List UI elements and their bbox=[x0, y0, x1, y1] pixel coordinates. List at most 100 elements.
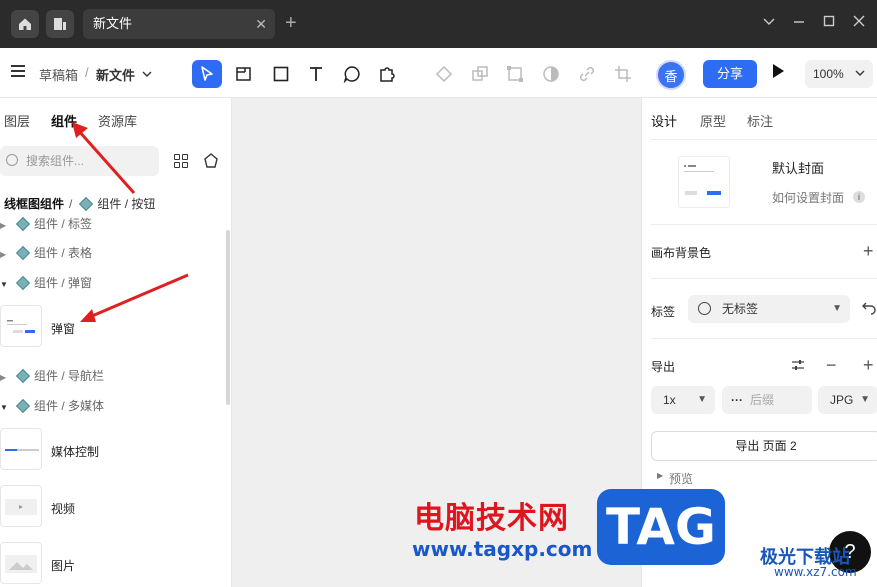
select-tool[interactable] bbox=[192, 60, 222, 88]
tree-group-name: 组件 / 标签 bbox=[34, 217, 93, 231]
cover-help-link[interactable]: 如何设置封面 bbox=[772, 189, 844, 206]
home-button[interactable] bbox=[11, 10, 39, 38]
watermark-logo: TAG bbox=[597, 489, 725, 565]
tab-close-icon[interactable]: ✕ bbox=[255, 9, 267, 39]
export-format-select[interactable]: JPG ▼ bbox=[818, 386, 877, 414]
tab-design[interactable]: 设计 bbox=[651, 111, 677, 130]
watermark-site-url: www.xz7.com bbox=[774, 565, 857, 579]
divider bbox=[651, 224, 877, 225]
link-tool[interactable] bbox=[572, 60, 602, 88]
document-tab[interactable]: 新文件 ✕ bbox=[83, 9, 275, 39]
avatar[interactable]: 香 bbox=[656, 60, 686, 90]
boolean-tool[interactable] bbox=[465, 60, 495, 88]
chevron-down-icon bbox=[855, 60, 865, 88]
diamond-icon bbox=[435, 65, 453, 83]
tab-title: 新文件 bbox=[93, 16, 133, 31]
component-item-popup[interactable]: 弹窗 bbox=[51, 320, 75, 337]
undo-icon[interactable] bbox=[862, 301, 876, 318]
export-suffix-input[interactable]: ··· 后缀 bbox=[722, 386, 812, 414]
tab-components[interactable]: 组件 bbox=[51, 111, 77, 130]
tab-prototype[interactable]: 原型 bbox=[700, 111, 726, 130]
add-bg-icon[interactable]: + bbox=[863, 242, 874, 260]
left-panel-scrollbar[interactable] bbox=[226, 230, 230, 405]
library-icon[interactable] bbox=[203, 153, 219, 172]
path-leaf: 组件 / 按钮 bbox=[97, 197, 156, 211]
mask-icon bbox=[543, 66, 559, 82]
divider bbox=[651, 338, 877, 339]
search-input[interactable]: 搜索组件... bbox=[0, 146, 159, 176]
vector-tool[interactable] bbox=[500, 60, 530, 88]
share-button[interactable]: 分享 bbox=[703, 60, 757, 88]
crop-tool[interactable] bbox=[608, 60, 638, 88]
tag-label: 标签 bbox=[651, 305, 676, 319]
path-root[interactable]: 线框图组件 bbox=[4, 197, 64, 211]
tree-group-navbar[interactable]: ▶ 组件 / 导航栏 bbox=[0, 367, 104, 387]
close-window-icon[interactable] bbox=[853, 14, 865, 30]
text-icon bbox=[310, 67, 322, 81]
tab-layers[interactable]: 图层 bbox=[4, 111, 30, 130]
cover-thumbnail[interactable] bbox=[678, 156, 730, 208]
component-diamond-icon bbox=[79, 196, 94, 212]
export-format-value: JPG bbox=[830, 393, 854, 407]
files-button[interactable] bbox=[46, 10, 74, 38]
tree-group-media[interactable]: ▼ 组件 / 多媒体 bbox=[0, 397, 104, 417]
component-item-video[interactable]: 视频 bbox=[51, 500, 75, 517]
maximize-icon[interactable] bbox=[823, 14, 835, 30]
preview-toggle[interactable]: 预览 bbox=[669, 470, 693, 487]
component-item-media-control[interactable]: 媒体控制 bbox=[51, 443, 99, 460]
menu-icon[interactable] bbox=[11, 65, 25, 77]
tree-group-label[interactable]: ▶ 组件 / 标签 bbox=[0, 215, 92, 235]
add-export-icon[interactable]: + bbox=[863, 356, 874, 374]
component-tool[interactable] bbox=[372, 60, 402, 88]
breadcrumb-separator: / bbox=[85, 65, 89, 80]
watermark-url: www.tagxp.com bbox=[412, 537, 593, 561]
caret-right-icon: ▶ bbox=[657, 471, 664, 480]
component-thumbnail-popup[interactable] bbox=[0, 305, 42, 347]
cursor-icon bbox=[201, 66, 213, 81]
rectangle-tool[interactable] bbox=[266, 60, 296, 88]
home-icon bbox=[19, 18, 31, 30]
cover-title: 默认封面 bbox=[772, 161, 825, 176]
component-path: 线框图组件 / 组件 / 按钮 bbox=[4, 195, 155, 212]
frame-tool[interactable] bbox=[229, 60, 259, 88]
divider bbox=[651, 278, 877, 279]
grid-view-icon[interactable] bbox=[174, 154, 188, 168]
component-thumbnail-image[interactable] bbox=[0, 542, 42, 584]
files-icon bbox=[54, 18, 66, 30]
export-button[interactable]: 导出 页面 2 bbox=[651, 431, 877, 461]
text-tool[interactable] bbox=[301, 60, 331, 88]
breadcrumb-root[interactable]: 草稿箱 bbox=[39, 65, 78, 84]
add-tab-button[interactable]: + bbox=[285, 11, 297, 35]
component-thumbnail-media-control[interactable] bbox=[0, 428, 42, 470]
breadcrumb-file[interactable]: 新文件 bbox=[96, 65, 135, 84]
mask-tool[interactable] bbox=[536, 60, 566, 88]
chevron-down-icon[interactable] bbox=[763, 14, 775, 30]
play-icon[interactable] bbox=[773, 64, 784, 78]
tree-group-table[interactable]: ▶ 组件 / 表格 bbox=[0, 244, 92, 264]
comment-tool[interactable] bbox=[337, 60, 367, 88]
vector-icon bbox=[507, 66, 523, 82]
tag-select[interactable]: 无标签 ▼ bbox=[688, 295, 850, 323]
tab-annotation[interactable]: 标注 bbox=[747, 111, 773, 130]
more-icon: ··· bbox=[731, 393, 743, 407]
file-menu-chevron-icon[interactable] bbox=[142, 67, 152, 82]
create-component-tool[interactable] bbox=[429, 60, 459, 88]
tree-group-popup[interactable]: ▼ 组件 / 弹窗 bbox=[0, 274, 92, 294]
component-thumbnail-video[interactable] bbox=[0, 485, 42, 527]
comment-icon bbox=[343, 66, 360, 83]
info-icon[interactable]: i bbox=[853, 191, 865, 203]
boolean-icon bbox=[472, 66, 488, 81]
remove-export-icon[interactable]: − bbox=[826, 356, 837, 374]
component-item-image[interactable]: 图片 bbox=[51, 557, 75, 574]
export-scale-select[interactable]: 1x ▼ bbox=[651, 386, 715, 414]
caret-right-icon: ▶ bbox=[0, 221, 7, 230]
zoom-select[interactable]: 100% bbox=[805, 60, 873, 88]
export-settings-icon[interactable] bbox=[791, 358, 805, 375]
link-icon bbox=[579, 66, 595, 82]
tree-group-name: 组件 / 表格 bbox=[34, 246, 93, 260]
rectangle-icon bbox=[273, 66, 289, 82]
title-bar: 新文件 ✕ + bbox=[0, 0, 877, 48]
tab-assets[interactable]: 资源库 bbox=[98, 111, 137, 130]
tree-group-name: 组件 / 多媒体 bbox=[34, 399, 105, 413]
minimize-icon[interactable] bbox=[793, 14, 805, 30]
